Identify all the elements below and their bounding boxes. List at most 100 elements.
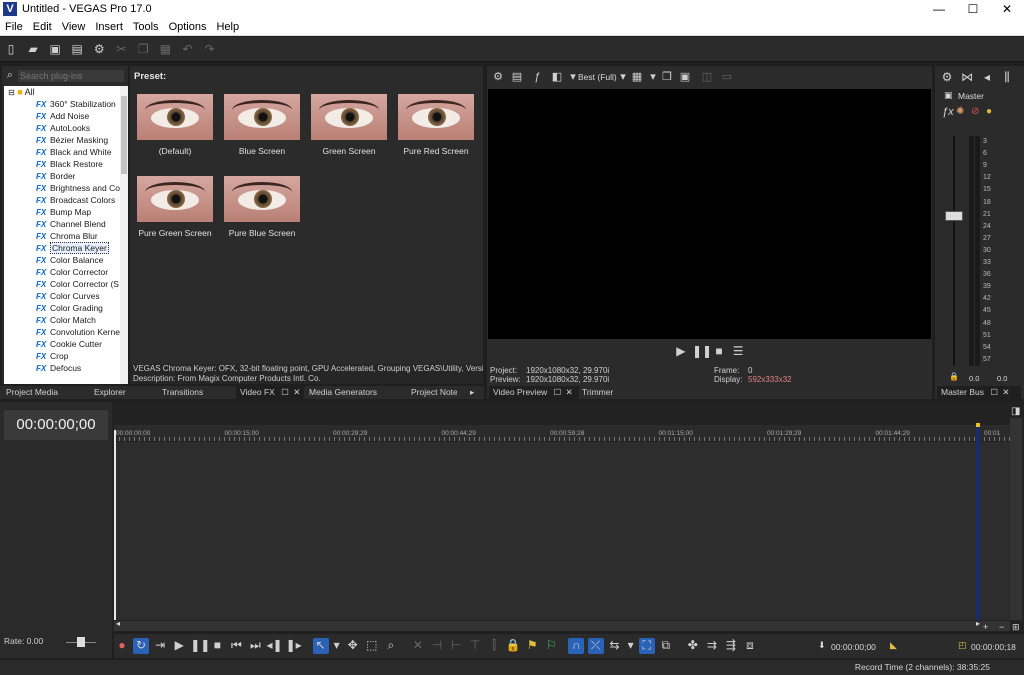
minimize-button[interactable]: — [922,0,956,18]
trim-end-icon[interactable]: ⊤ [467,638,483,654]
gear-icon[interactable]: ⚙ [91,42,107,58]
zoom-tool-icon[interactable]: ⌕ [383,638,399,654]
snapping-icon[interactable]: ∩ [568,638,585,654]
downmix-icon[interactable]: ⋈ [959,70,975,86]
plugin-item[interactable]: FX Color Match [4,314,128,326]
copy-icon[interactable]: ❐ [135,42,151,58]
dock-float-icon[interactable]: ☐ [281,387,289,397]
split-screen-icon[interactable]: ◧ [549,70,565,86]
project-properties-icon[interactable]: ▤ [509,70,525,86]
menu-icon[interactable]: ☰ [730,344,746,360]
loop-marker-flag[interactable] [976,423,980,427]
tab-close-icon[interactable]: ✕ [1002,387,1009,397]
preset-label-text[interactable]: Pure Blue Screen [217,228,307,238]
play-icon[interactable]: ▶ [673,344,689,360]
plugin-search-input[interactable] [18,70,124,82]
plugin-item[interactable]: FX Color Balance [4,254,128,266]
pause-icon[interactable]: ❚❚ [190,638,210,654]
menu-view[interactable]: View [57,18,91,36]
menu-tools[interactable]: Tools [128,18,164,36]
lock-envelopes-icon[interactable]: ⛶ [638,638,655,654]
maximize-button[interactable]: ☐ [956,0,990,18]
ripple-edit-icon[interactable]: ⇆ [607,638,623,654]
go-to-end-icon[interactable]: ⏭ [247,638,263,654]
lock-icon[interactable]: 🔒 [949,372,959,381]
tab-project-notes[interactable]: Project Note [411,386,457,399]
split-icon[interactable]: ⫿ [486,638,502,654]
video-fx-icon[interactable]: ƒ [529,70,545,86]
region-icon[interactable]: ⚐ [543,638,559,654]
open-folder-icon[interactable]: ▰ [25,42,41,58]
trim-icon[interactable]: ⊣ [429,638,445,654]
tab-video-fx[interactable]: Video FX ☐ ✕ [236,386,304,399]
lock-icon[interactable]: 🔒 [505,638,521,654]
tree-scrollbar[interactable] [120,86,128,384]
plugin-item[interactable]: FX Color Curves [4,290,128,302]
preset-label-text[interactable]: (Default) [130,146,220,156]
tab-close-icon[interactable]: ✕ [566,387,573,397]
automation-icon[interactable]: ✺ [956,106,964,117]
plugin-item[interactable]: FX Convolution Kerne [4,326,128,338]
next-frame-icon[interactable]: ❚▸ [286,638,302,654]
preset-thumbnail[interactable] [137,176,213,222]
zoom-out-icon[interactable]: − [999,622,1004,632]
menu-help[interactable]: Help [211,18,244,36]
preset-label-text[interactable]: Blue Screen [217,146,307,156]
envelope-tool-icon[interactable]: ✥ [345,638,361,654]
master-checkbox-icon[interactable]: ▣ [944,90,953,101]
faders-icon[interactable]: ⫼ [999,70,1015,86]
dock-float-icon[interactable]: ☐ [990,387,998,397]
properties-icon[interactable]: ▤ [69,42,85,58]
scroll-left-icon[interactable]: ◂ [116,619,120,628]
tab-more-arrow-icon[interactable]: ▸ [470,386,474,399]
fader-handle[interactable] [945,211,963,221]
auto-crossfade-icon[interactable]: ⤫ [587,638,604,654]
plugin-item[interactable]: FX Add Noise [4,110,128,122]
overlays-grid-icon[interactable]: ▦ [629,70,645,86]
redo-icon[interactable]: ↷ [202,42,218,58]
speaker-icon[interactable]: ◂ [979,70,995,86]
plugin-item[interactable]: FX 360° Stabilization [4,98,128,110]
rate-slider-handle[interactable] [77,637,85,647]
mixer-settings-icon[interactable]: ⚙ [939,70,955,86]
plugin-item[interactable]: FX Broadcast Colors [4,194,128,206]
preset-thumbnail[interactable] [311,94,387,140]
menu-edit[interactable]: Edit [28,18,57,36]
preset-label-text[interactable]: Pure Green Screen [130,228,220,238]
plugin-item[interactable]: FX AutoLooks [4,122,128,134]
tab-transitions[interactable]: Transitions [162,386,203,399]
play-icon[interactable]: ▶ [171,638,187,654]
tree-scrollbar-thumb[interactable] [121,96,127,174]
plugin-item[interactable]: FX Cookie Cutter [4,338,128,350]
go-to-start-icon[interactable]: ⏮ [228,638,244,654]
plugin-item[interactable]: FX Bézier Masking [4,134,128,146]
selection-end-time[interactable]: 00:00:00;18 [971,642,1016,652]
tab-explorer[interactable]: Explorer [94,386,126,399]
undo-icon[interactable]: ↶ [180,42,196,58]
external-monitor-icon[interactable]: ◫ [699,70,715,86]
timeline-vertical-scrollbar[interactable] [1010,418,1022,620]
display-icon[interactable]: ▭ [719,70,735,86]
stop-icon[interactable]: ■ [711,344,727,360]
zoom-in-icon[interactable]: + [983,622,988,632]
tab-project-media[interactable]: Project Media [6,386,58,399]
plugin-item[interactable]: FX Black and White [4,146,128,158]
publish-icon[interactable]: ⇶ [723,638,739,654]
expand-panel-icon[interactable]: ◨ [1011,406,1020,417]
preset-thumbnail[interactable] [224,176,300,222]
plugin-item[interactable]: FX Color Corrector [4,266,128,278]
master-fx-icon[interactable]: ƒx [942,106,954,118]
loop-region-marker[interactable] [976,425,980,620]
preview-quality-dropdown[interactable]: Best (Full) [578,72,617,82]
save-snapshot-icon[interactable]: ▣ [677,70,693,86]
time-display[interactable]: 00:00:00;00 [4,410,108,440]
ripple-dropdown-icon[interactable]: ▾ [626,638,636,654]
pause-icon[interactable]: ❚❚ [692,344,712,360]
play-from-start-icon[interactable]: ⇥ [152,638,168,654]
normal-edit-tool-icon[interactable]: ↖ [312,638,329,654]
cursor-position-time[interactable]: 00:00:00;00 [831,642,876,652]
loop-playback-icon[interactable]: ↻ [133,638,150,654]
menu-options[interactable]: Options [164,18,212,36]
paste-icon[interactable]: ▦ [157,42,173,58]
mute-icon[interactable]: ⊘ [971,106,979,117]
